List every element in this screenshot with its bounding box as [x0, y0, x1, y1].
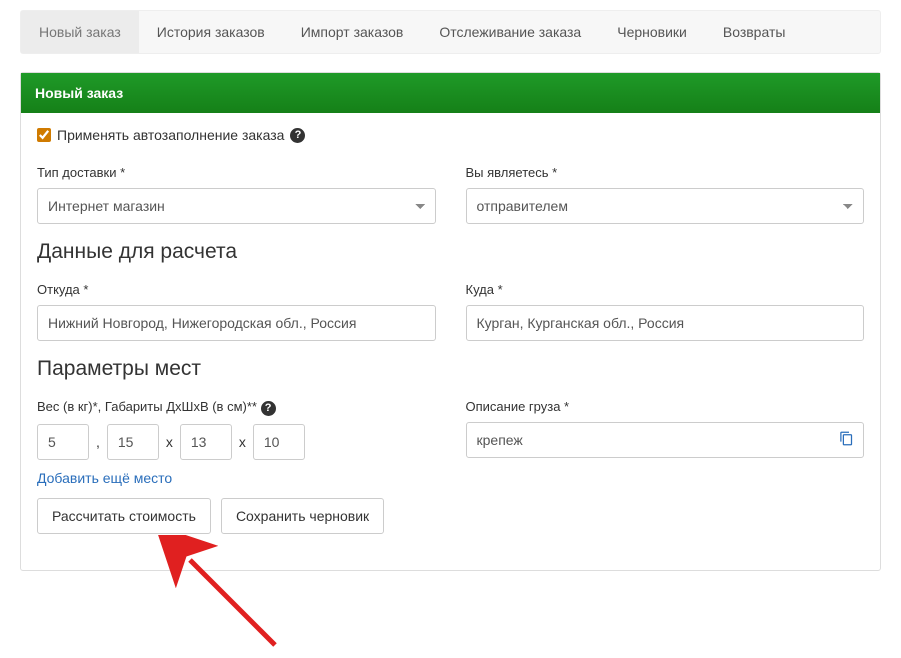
- autofill-checkbox[interactable]: [37, 128, 51, 142]
- cargo-desc-input[interactable]: [466, 422, 865, 458]
- weight-input[interactable]: [37, 424, 89, 460]
- width-input[interactable]: [180, 424, 232, 460]
- tab-drafts[interactable]: Черновики: [599, 11, 705, 53]
- add-place-link[interactable]: Добавить ещё место: [37, 470, 172, 486]
- delivery-type-label: Тип доставки *: [37, 165, 436, 180]
- tab-tracking[interactable]: Отслеживание заказа: [421, 11, 599, 53]
- delivery-type-select[interactable]: Интернет магазин: [37, 188, 436, 224]
- info-icon[interactable]: ?: [261, 401, 276, 416]
- to-label: Куда *: [466, 282, 865, 297]
- from-input[interactable]: [37, 305, 436, 341]
- autofill-label: Применять автозаполнение заказа: [57, 127, 284, 143]
- dims-label: Вес (в кг)*, Габариты ДхШхВ (в см)** ?: [37, 399, 436, 416]
- length-input[interactable]: [107, 424, 159, 460]
- panel-title: Новый заказ: [21, 73, 880, 113]
- section-params-title: Параметры мест: [37, 357, 864, 381]
- calculate-button[interactable]: Рассчитать стоимость: [37, 498, 211, 534]
- save-draft-button[interactable]: Сохранить черновик: [221, 498, 384, 534]
- autofill-row: Применять автозаполнение заказа ?: [37, 127, 864, 143]
- cargo-desc-label: Описание груза *: [466, 399, 865, 414]
- height-input[interactable]: [253, 424, 305, 460]
- from-label: Откуда *: [37, 282, 436, 297]
- tab-returns[interactable]: Возвраты: [705, 11, 804, 53]
- section-calc-title: Данные для расчета: [37, 240, 864, 264]
- tab-order-history[interactable]: История заказов: [139, 11, 283, 53]
- info-icon[interactable]: ?: [290, 128, 305, 143]
- to-input[interactable]: [466, 305, 865, 341]
- separator: ,: [96, 434, 100, 450]
- tab-import-orders[interactable]: Импорт заказов: [283, 11, 422, 53]
- tab-new-order[interactable]: Новый заказ: [21, 11, 139, 53]
- role-label: Вы являетесь *: [466, 165, 865, 180]
- separator: x: [239, 434, 246, 450]
- order-panel: Новый заказ Применять автозаполнение зак…: [20, 72, 881, 571]
- copy-icon[interactable]: [839, 431, 854, 449]
- separator: x: [166, 434, 173, 450]
- tabs-bar: Новый заказ История заказов Импорт заказ…: [20, 10, 881, 54]
- role-select[interactable]: отправителем: [466, 188, 865, 224]
